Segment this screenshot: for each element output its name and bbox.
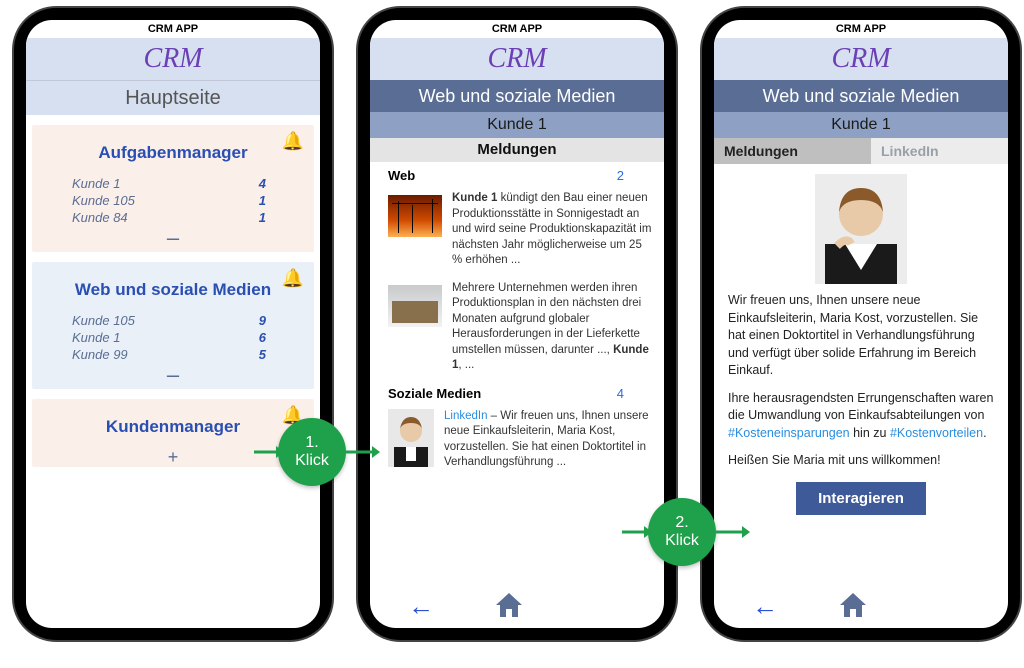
social-text: LinkedIn – Wir freuen uns, Ihnen unsere … [444, 409, 654, 471]
click-badge-1: 1.Klick [278, 418, 346, 486]
interact-button[interactable]: Interagieren [796, 482, 926, 515]
phone-hauptseite: CRM APP CRM Hauptseite 🔔 Aufgabenmanager… [14, 8, 332, 640]
click-badge-2: 2.Klick [648, 498, 716, 566]
arrow-icon [346, 444, 380, 460]
back-arrow-icon[interactable]: ← [408, 591, 434, 622]
status-bar: CRM APP [370, 20, 664, 38]
messages-header: Meldungen [370, 138, 664, 162]
news-thumb-icon [388, 285, 442, 327]
bottom-nav: ← [714, 591, 1008, 622]
news-item[interactable]: Mehrere Unternehmen werden ihren Produkt… [370, 275, 664, 380]
card-tasks-title: Aufgabenmanager [46, 143, 300, 163]
phone-linkedin-post: CRM APP CRM Web und soziale Medien Kunde… [702, 8, 1020, 640]
web-count: 2 [617, 168, 624, 183]
customer-header: Kunde 1 [714, 112, 1008, 138]
tab-meldungen[interactable]: Meldungen [714, 138, 871, 164]
section-header: Web und soziale Medien [714, 80, 1008, 112]
web-row[interactable]: Kunde 995 [46, 346, 300, 363]
news-item[interactable]: Kunde 1 kündigt den Bau einer neuen Prod… [370, 185, 664, 275]
social-section-row[interactable]: Soziale Medien 4 [370, 380, 664, 403]
back-arrow-icon[interactable]: ← [752, 591, 778, 622]
tabs: Meldungen LinkedIn [714, 138, 1008, 164]
phone-meldungen: CRM APP CRM Web und soziale Medien Kunde… [358, 8, 676, 640]
bell-icon[interactable]: 🔔 [282, 268, 304, 289]
task-row[interactable]: Kunde 1051 [46, 192, 300, 209]
news-thumb-icon [388, 195, 442, 237]
home-icon[interactable] [838, 591, 868, 622]
task-row[interactable]: Kunde 14 [46, 175, 300, 192]
task-row[interactable]: Kunde 841 [46, 209, 300, 226]
section-header: Web und soziale Medien [370, 80, 664, 112]
status-bar: CRM APP [714, 20, 1008, 38]
brand-logo: CRM [143, 43, 202, 74]
web-section-row[interactable]: Web 2 [370, 162, 664, 185]
card-web-title: Web und soziale Medien [46, 280, 300, 300]
customer-header: Kunde 1 [370, 112, 664, 138]
arrow-icon [716, 524, 750, 540]
card-customers-title: Kundenmanager [46, 417, 300, 437]
social-item-linkedin[interactable]: LinkedIn – Wir freuen uns, Ihnen unsere … [370, 403, 664, 477]
news-text: Mehrere Unternehmen werden ihren Produkt… [452, 281, 654, 374]
profile-photo-icon [388, 409, 434, 471]
brand-logo: CRM [831, 43, 890, 74]
bottom-nav: ← [370, 591, 664, 622]
status-bar: CRM APP [26, 20, 320, 38]
brand-bar: CRM [714, 38, 1008, 80]
social-label: Soziale Medien [388, 386, 481, 401]
arrow-icon [254, 444, 284, 460]
web-row[interactable]: Kunde 16 [46, 329, 300, 346]
news-text: Kunde 1 kündigt den Bau einer neuen Prod… [452, 191, 654, 269]
web-row[interactable]: Kunde 1059 [46, 312, 300, 329]
collapse-toggle[interactable]: – [46, 230, 300, 246]
page-title: Hauptseite [26, 80, 320, 115]
card-tasks[interactable]: 🔔 Aufgabenmanager Kunde 14 Kunde 1051 Ku… [32, 125, 314, 252]
brand-bar: CRM [370, 38, 664, 80]
social-count: 4 [617, 386, 624, 401]
brand-logo: CRM [487, 43, 546, 74]
arrow-icon [622, 524, 652, 540]
brand-bar: CRM [26, 38, 320, 80]
profile-photo-icon [714, 174, 1008, 284]
hashtag[interactable]: #Kosteneinsparungen [728, 426, 850, 440]
tab-linkedin[interactable]: LinkedIn [871, 138, 1008, 164]
bell-icon[interactable]: 🔔 [282, 131, 304, 152]
home-icon[interactable] [494, 591, 524, 622]
card-web-social[interactable]: 🔔 Web und soziale Medien Kunde 1059 Kund… [32, 262, 314, 389]
hashtag[interactable]: #Kostenvorteilen [890, 426, 983, 440]
post-body: Wir freuen uns, Ihnen unsere neue Einkau… [714, 292, 1008, 470]
collapse-toggle[interactable]: – [46, 367, 300, 383]
web-label: Web [388, 168, 415, 183]
